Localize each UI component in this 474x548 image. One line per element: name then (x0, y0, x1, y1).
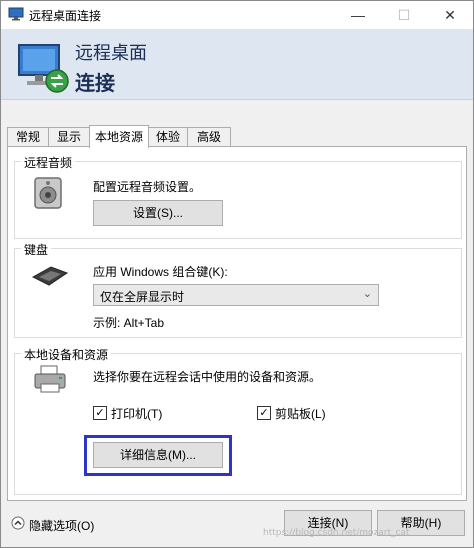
close-icon: ✕ (444, 7, 456, 23)
local-devices-description: 选择你要在远程会话中使用的设备和资源。 (93, 370, 322, 384)
checkmark-icon: ✓ (95, 407, 105, 419)
remote-audio-group: 远程音频 配置远程音频设置。 设置(S)... (14, 154, 462, 239)
local-devices-group-label: 本地设备和资源 (21, 346, 112, 363)
keyboard-group-label: 键盘 (21, 241, 52, 258)
tab-local-resources[interactable]: 本地资源 (89, 125, 149, 148)
windows-key-combo-value: 仅在全屏显示时 (100, 290, 185, 304)
hide-options-link[interactable]: 隐藏选项(O) (29, 517, 94, 534)
clipboard-label: 剪贴板(L) (275, 407, 326, 421)
maximize-button[interactable]: ☐ (381, 1, 427, 29)
collapse-options-icon[interactable] (11, 516, 25, 530)
windows-key-combo-label: 应用 Windows 组合键(K): (93, 265, 228, 279)
window-title: 远程桌面连接 (29, 9, 102, 23)
tab-general[interactable]: 常规 (7, 127, 49, 147)
checkmark-icon: ✓ (259, 407, 269, 419)
title-bar: 远程桌面连接 — ☐ ✕ (1, 1, 473, 29)
windows-key-combo-select[interactable]: 仅在全屏显示时 ⌄ (93, 284, 379, 306)
watermark: https://blog.csdn.net/mozart_cat (263, 528, 410, 538)
details-button[interactable]: 详细信息(M)... (93, 442, 223, 468)
speaker-icon (34, 177, 62, 209)
banner-subtitle: 连接 (75, 73, 115, 95)
printer-label: 打印机(T) (111, 407, 163, 421)
remote-desktop-window: 远程桌面连接 — ☐ ✕ 远程桌面 连接 常规 显示 本地资源 体验 高级 远程… (0, 0, 474, 548)
minimize-button[interactable]: — (335, 1, 381, 29)
banner-title: 远程桌面 (75, 43, 147, 63)
keyboard-group: 键盘 应用 Windows 组合键(K): 仅在全屏显示时 ⌄ 示例: Alt+… (14, 241, 462, 338)
audio-settings-button[interactable]: 设置(S)... (93, 200, 223, 226)
audio-description: 配置远程音频设置。 (93, 180, 202, 194)
tab-experience[interactable]: 体验 (148, 127, 188, 147)
remote-desktop-icon (8, 7, 24, 21)
maximize-icon: ☐ (397, 7, 411, 23)
printer-device-icon (34, 365, 66, 393)
header-banner: 远程桌面 连接 (1, 29, 473, 100)
local-resources-panel: 远程音频 配置远程音频设置。 设置(S)... 键盘 应用 Windows 组合… (7, 146, 467, 501)
keyboard-icon (31, 266, 69, 286)
local-devices-group: 本地设备和资源 选择你要在远程会话中使用的设备和资源。 ✓ 打印机(T) ✓ 剪… (14, 346, 462, 495)
remote-desktop-monitor-icon (18, 44, 69, 93)
chevron-down-icon: ⌄ (362, 288, 372, 300)
minimize-icon: — (351, 7, 365, 23)
tab-advanced[interactable]: 高级 (187, 127, 231, 147)
keyboard-example: 示例: Alt+Tab (93, 316, 165, 330)
printer-checkbox[interactable]: ✓ (93, 406, 107, 420)
tab-display[interactable]: 显示 (48, 127, 90, 147)
remote-audio-group-label: 远程音频 (21, 154, 76, 171)
clipboard-checkbox[interactable]: ✓ (257, 406, 271, 420)
close-button[interactable]: ✕ (427, 1, 473, 29)
